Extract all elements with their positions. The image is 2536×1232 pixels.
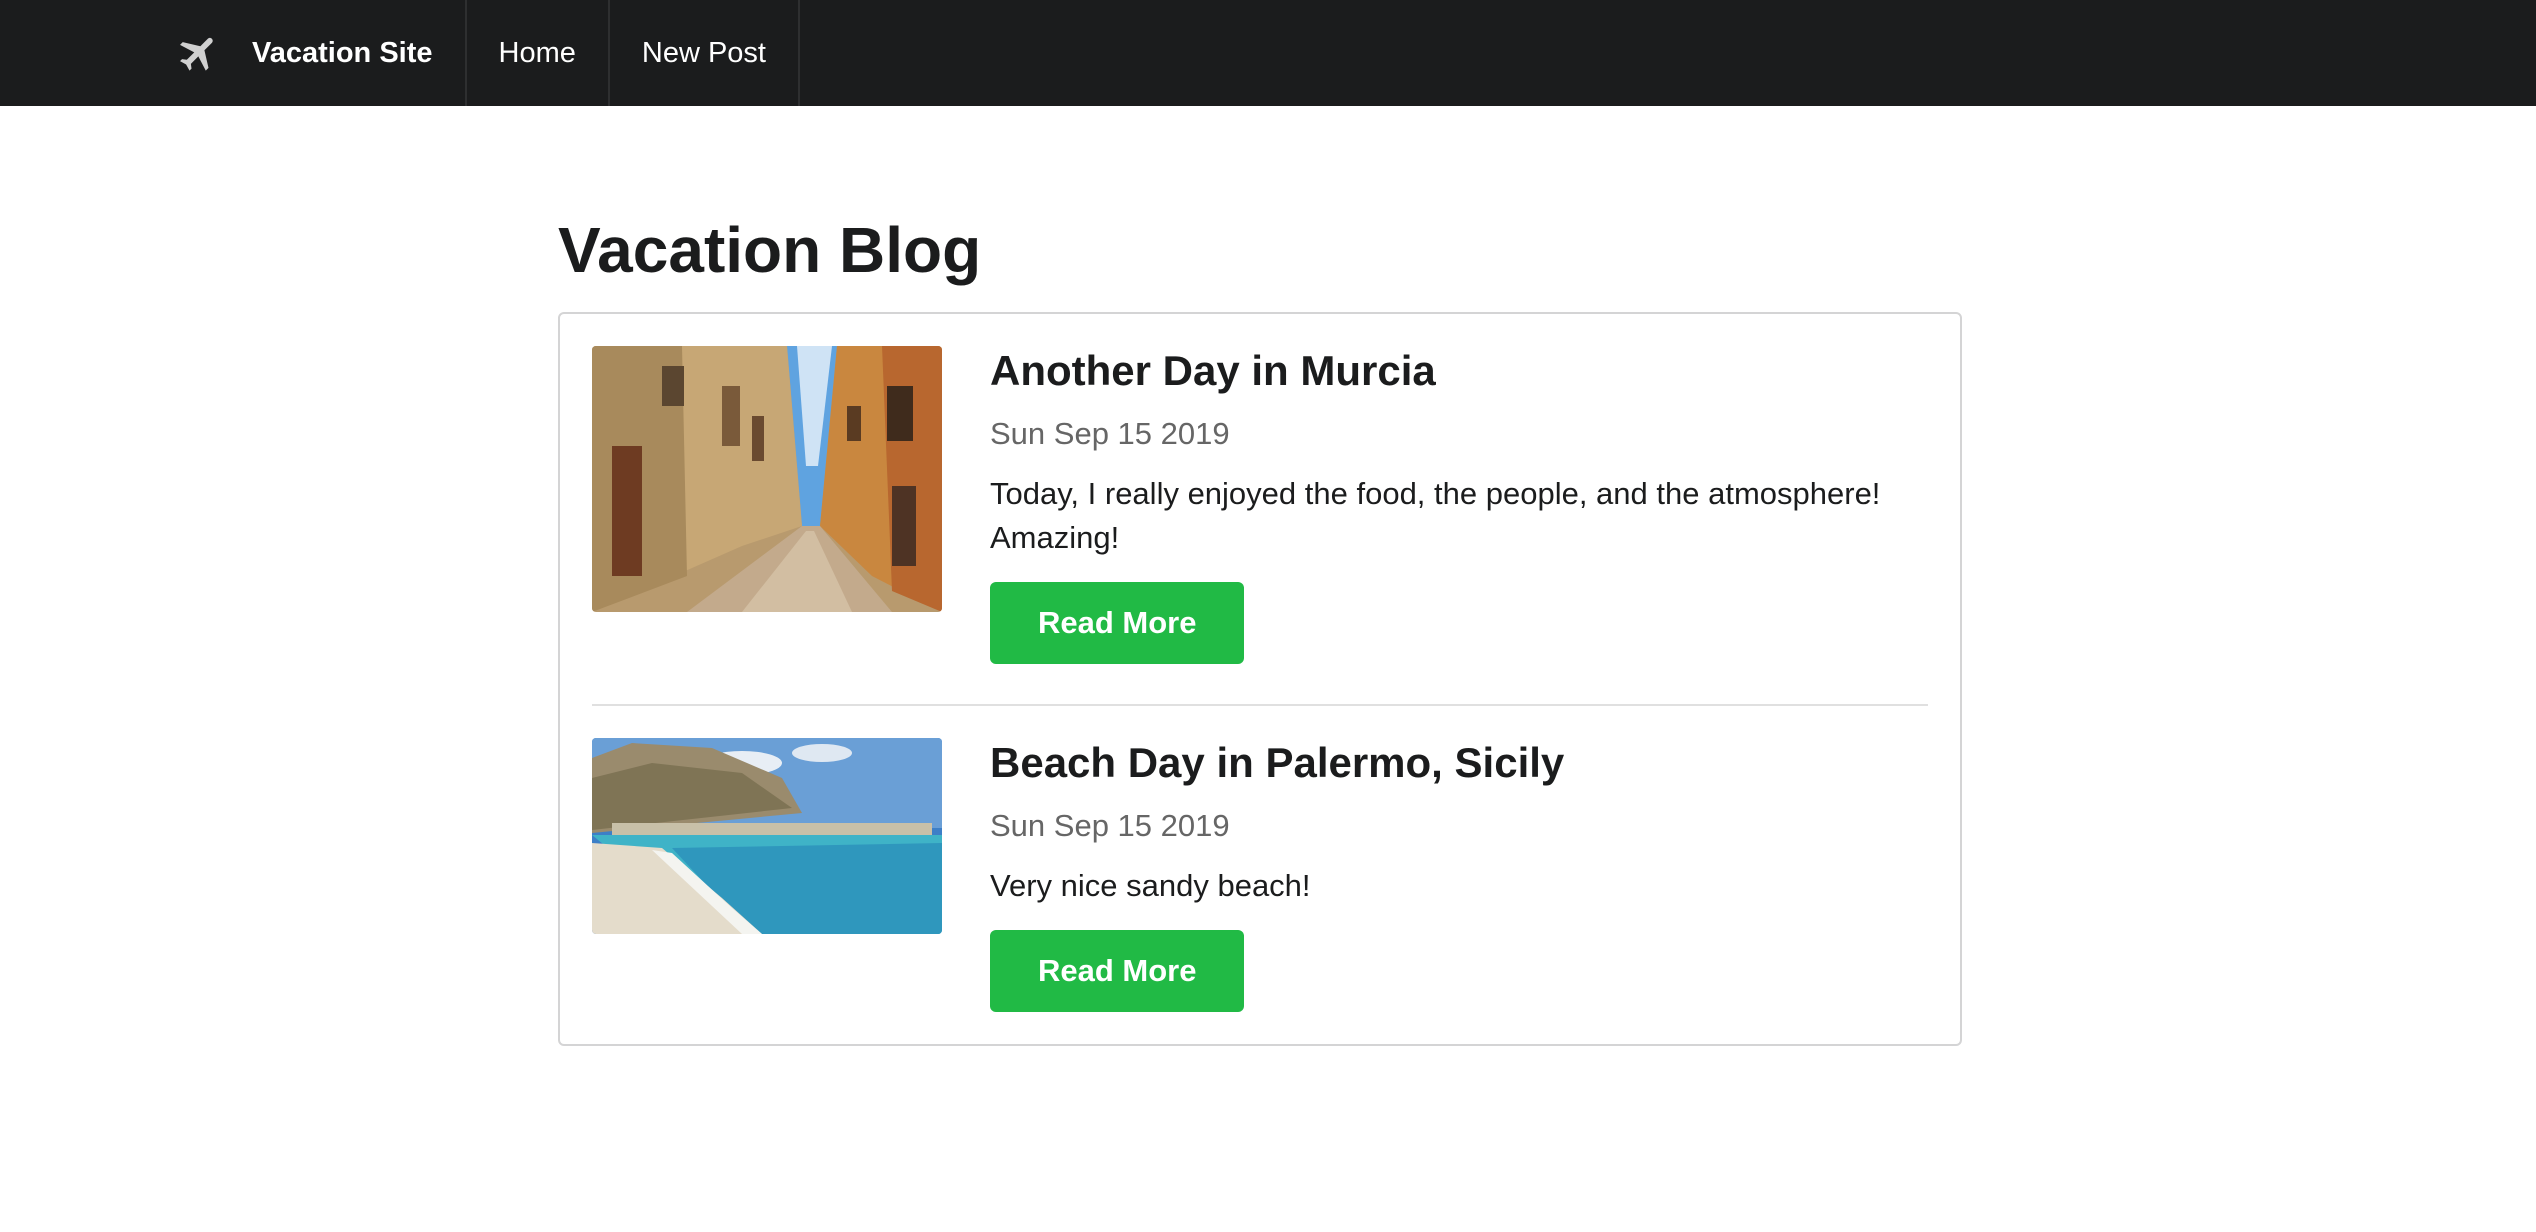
read-more-button[interactable]: Read More (990, 582, 1245, 665)
brand-link[interactable]: Vacation Site (160, 0, 467, 106)
nav-menu: Vacation Site Home New Post (160, 0, 800, 106)
post-thumbnail (592, 346, 942, 612)
nav-home-label: Home (498, 36, 576, 69)
airplane-icon (180, 37, 213, 71)
post-body: Beach Day in Palermo, Sicily Sun Sep 15 … (990, 738, 1928, 1013)
post-date: Sun Sep 15 2019 (990, 416, 1230, 452)
post-text: Very nice sandy beach! (990, 868, 1311, 904)
post-item: Beach Day in Palermo, Sicily Sun Sep 15 … (592, 704, 1928, 1013)
post-list: Another Day in Murcia Sun Sep 15 2019 To… (558, 312, 1962, 1047)
post-title[interactable]: Another Day in Murcia (990, 346, 1928, 394)
beach-photo (592, 738, 942, 935)
post-title[interactable]: Beach Day in Palermo, Sicily (990, 738, 1928, 786)
brand-label: Vacation Site (252, 36, 433, 69)
nav-home-link[interactable]: Home (467, 0, 610, 106)
nav-new-post-link[interactable]: New Post (610, 0, 800, 106)
read-more-button[interactable]: Read More (990, 930, 1245, 1013)
post-item: Another Day in Murcia Sun Sep 15 2019 To… (592, 346, 1928, 665)
main-content: Vacation Blog Another Day in Murcia Sun … (558, 210, 1962, 1047)
post-text: Today, I really enjoyed the food, the pe… (990, 476, 1881, 556)
top-navbar: Vacation Site Home New Post (0, 0, 2536, 106)
post-body: Another Day in Murcia Sun Sep 15 2019 To… (990, 346, 1928, 665)
post-date: Sun Sep 15 2019 (990, 808, 1230, 844)
nav-new-post-label: New Post (641, 36, 766, 69)
narrow-street-photo (592, 346, 942, 612)
post-thumbnail (592, 738, 942, 935)
page-title: Vacation Blog (558, 214, 982, 286)
